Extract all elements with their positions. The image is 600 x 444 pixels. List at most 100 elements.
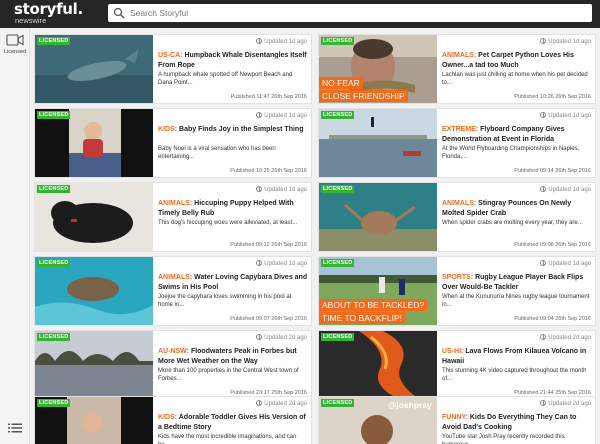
updated-time: Updated 2d ago: [256, 400, 307, 407]
updated-time: Updated 2d ago: [256, 334, 307, 341]
story-category: KIDS:: [158, 414, 178, 421]
licensed-badge: LICENSED: [37, 333, 71, 341]
story-thumbnail[interactable]: LICENSED: [35, 257, 153, 325]
story-category: ANIMALS:: [158, 274, 193, 281]
story-description: Lachlan was just chilling at home when h…: [442, 72, 588, 86]
published-time: Published 10:26 26th Sep 2016: [514, 94, 591, 100]
published-time: Published 09:07 26th Sep 2016: [230, 316, 307, 322]
clock-icon: [540, 112, 547, 118]
story-card[interactable]: LICENSED NO FEAR CLOSE FRIENDSHIP Update…: [318, 34, 596, 104]
story-thumbnail[interactable]: LICENSED: [319, 109, 437, 177]
story-category: ANIMALS:: [158, 200, 193, 207]
storyful-logo[interactable]: storyful. newswire: [14, 1, 83, 25]
story-title[interactable]: FUNNY: Kids Do Everything They Can to Av…: [442, 413, 592, 432]
clock-icon: [256, 334, 263, 340]
story-card[interactable]: LICENSED Updated 2d ago AU-NSW: Floodwat…: [34, 330, 312, 400]
sidebar: Licensed: [0, 28, 30, 444]
story-card[interactable]: LICENSED Updated 2d ago KIDS: Adorable T…: [34, 396, 312, 444]
licensed-badge: LICENSED: [37, 399, 71, 407]
search-box[interactable]: [108, 4, 592, 22]
story-category: EXTREME:: [442, 126, 479, 133]
published-time: Published 09:04 26th Sep 2016: [514, 316, 591, 322]
published-time: Published 09:08 26th Sep 2016: [514, 242, 591, 248]
story-title[interactable]: US-HI: Lava Flows From Kilauea Volcano i…: [442, 347, 592, 366]
video-caption: TIME TO BACKFLIP!: [319, 312, 405, 324]
story-description: When at the Kununurra Nines rugby league…: [442, 294, 590, 308]
story-description: This dog's hiccuping woes were alleviate…: [158, 220, 298, 226]
licensed-badge: LICENSED: [321, 399, 355, 407]
top-bar: storyful. newswire: [0, 0, 600, 28]
lava-thumbnail-image: [319, 331, 437, 399]
story-description: When spider crabs are molting every year…: [442, 220, 583, 226]
video-caption: ABOUT TO BE TACKLED?: [319, 299, 428, 311]
licensed-badge: LICENSED: [321, 37, 355, 45]
licensed-badge: LICENSED: [321, 259, 355, 267]
published-time: Published 09:12 26th Sep 2016: [230, 242, 307, 248]
story-card[interactable]: LICENSED Updated 1d ago ANIMALS: Water L…: [34, 256, 312, 326]
story-thumbnail[interactable]: LICENSED: [319, 183, 437, 251]
whale-thumbnail-image: [35, 35, 153, 103]
story-category: US-HI:: [442, 348, 464, 355]
licensed-badge: LICENSED: [321, 111, 355, 119]
story-title[interactable]: ANIMALS: Pet Carpet Python Loves His Own…: [442, 51, 592, 70]
story-category: SPORTS:: [442, 274, 474, 281]
story-thumbnail[interactable]: LICENSED: [35, 109, 153, 177]
flyboard-thumbnail-image: [319, 109, 437, 177]
licensed-badge: LICENSED: [37, 111, 71, 119]
story-title[interactable]: KIDS: Baby Finds Joy in the Simplest Thi…: [158, 125, 308, 135]
list-icon[interactable]: [8, 423, 22, 433]
story-thumbnail[interactable]: LICENSED: [35, 397, 153, 444]
story-title[interactable]: ANIMALS: Stingray Pounces On Newly Molte…: [442, 199, 592, 218]
capybara-thumbnail-image: [35, 257, 153, 325]
clock-icon: [540, 186, 547, 192]
search-input[interactable]: [130, 4, 580, 22]
story-thumbnail[interactable]: LICENSED: [35, 35, 153, 103]
story-category: ANIMALS:: [442, 52, 477, 59]
story-thumbnail[interactable]: LICENSED @joshpray: [319, 397, 437, 444]
story-card[interactable]: LICENSED Updated 1d ago KIDS: Baby Finds…: [34, 108, 312, 178]
clock-icon: [256, 38, 263, 44]
story-card[interactable]: LICENSED Updated 1d ago EXTREME: Flyboar…: [318, 108, 596, 178]
licensed-badge: LICENSED: [321, 333, 355, 341]
story-thumbnail[interactable]: LICENSED: [35, 183, 153, 251]
story-thumbnail[interactable]: LICENSED NO FEAR CLOSE FRIENDSHIP: [319, 35, 437, 103]
story-title[interactable]: ANIMALS: Water Loving Capybara Dives and…: [158, 273, 308, 292]
crab-thumbnail-image: [319, 183, 437, 251]
story-thumbnail[interactable]: LICENSED: [319, 331, 437, 399]
licensed-badge: LICENSED: [37, 185, 71, 193]
story-category: FUNNY:: [442, 414, 468, 421]
sidebar-item-licensed[interactable]: Licensed: [0, 30, 30, 58]
story-title[interactable]: KIDS: Adorable Toddler Gives His Version…: [158, 413, 308, 432]
story-card[interactable]: LICENSED Updated 1d ago ANIMALS: Stingra…: [318, 182, 596, 252]
video-camera-icon: [6, 34, 24, 46]
sidebar-item-label: Licensed: [3, 49, 27, 55]
video-caption: @joshpray: [388, 400, 432, 410]
logo-subtext: newswire: [15, 16, 47, 25]
updated-time: Updated 2d ago: [540, 400, 591, 407]
clock-icon: [540, 260, 547, 266]
logo-text: storyful.: [14, 0, 83, 18]
story-title[interactable]: EXTREME: Flyboard Company Gives Demonstr…: [442, 125, 592, 144]
updated-time: Updated 1d ago: [540, 38, 591, 45]
updated-time: Updated 1d ago: [540, 186, 591, 193]
video-caption: CLOSE FRIENDSHIP: [319, 90, 408, 102]
story-description: Joejoe the capybara loves swimming in hi…: [158, 294, 292, 308]
story-title[interactable]: AU-NSW: Floodwaters Peak in Forbes but M…: [158, 347, 308, 366]
story-card[interactable]: LICENSED @joshpray Updated 2d ago FUNNY:…: [318, 396, 596, 444]
story-title[interactable]: ANIMALS: Hiccuping Puppy Helped With Tim…: [158, 199, 308, 218]
story-card[interactable]: LICENSED ABOUT TO BE TACKLED? TIME TO BA…: [318, 256, 596, 326]
story-card[interactable]: LICENSED Updated 2d ago US-HI: Lava Flow…: [318, 330, 596, 400]
licensed-badge: LICENSED: [37, 259, 71, 267]
updated-time: Updated 1d ago: [540, 112, 591, 119]
story-description: Kids have the most incredible imaginatio…: [158, 434, 297, 444]
story-card[interactable]: LICENSED Updated 1d ago US-CA: Humpback …: [34, 34, 312, 104]
story-thumbnail[interactable]: LICENSED: [35, 331, 153, 399]
story-thumbnail[interactable]: LICENSED ABOUT TO BE TACKLED? TIME TO BA…: [319, 257, 437, 325]
story-description: This stunning 4K video captured througho…: [442, 368, 587, 382]
clock-icon: [256, 400, 263, 406]
story-description: Baby Noel is a viral sensation who has b…: [158, 146, 276, 160]
published-time: Published 11:47 26th Sep 2016: [230, 94, 307, 100]
story-title[interactable]: US-CA: Humpback Whale Disentangles Itsel…: [158, 51, 308, 70]
story-card[interactable]: LICENSED Updated 1d ago ANIMALS: Hiccupi…: [34, 182, 312, 252]
story-title[interactable]: SPORTS: Rugby League Player Back Flips O…: [442, 273, 592, 292]
